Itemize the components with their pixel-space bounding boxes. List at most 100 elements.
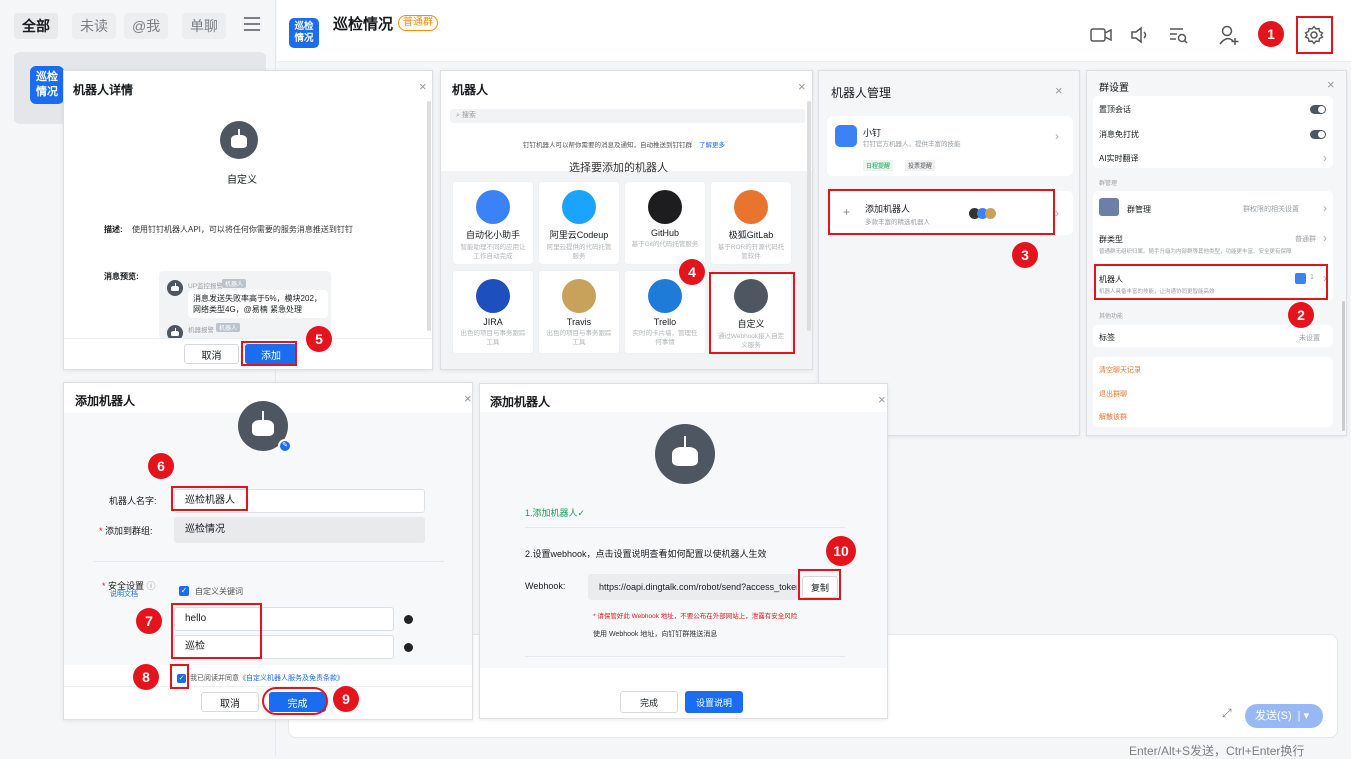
robot-tile[interactable]: JIRA 出色的项目与事务跟踪工具 [452,270,534,354]
add-robot-desc: 多款丰富的精选机器人 [865,219,930,226]
step-badge-10: 10 [826,536,856,566]
robot-detail-panel: 机器人详情 × 自定义 描述: 使用钉钉机器人API，可以将任何你需要的服务消息… [63,70,433,370]
scrollbar[interactable] [427,101,431,331]
voice-icon[interactable] [1130,25,1150,45]
robot-avatar-icon [220,121,258,159]
robot-tile-icon [648,190,682,224]
clear-history[interactable]: 清空聊天记录 [1099,365,1141,375]
add-robot-card[interactable] [827,191,1073,235]
edit-avatar-icon[interactable]: ✎ [278,439,292,453]
robot-tile[interactable]: Travis 出色的项目与事务跟踪工具 [538,270,620,354]
robot-tile[interactable]: 自动化小助手 智能助理不同的应用让工作自动完成 [452,181,534,265]
skill-chip-2[interactable]: 投票提醒 [905,160,936,171]
tag-label[interactable]: 标签 [1099,332,1115,343]
quit-group[interactable]: 退出群聊 [1099,389,1127,399]
webhook-url-input[interactable]: https://oapi.dingtalk.com/robot/send?acc… [588,574,798,600]
close-icon[interactable]: × [798,79,806,94]
chevron-right-icon[interactable]: › [1323,231,1327,245]
robot-tile-desc: 通过Webhook接入自定义服务 [717,333,785,349]
robot-name-input[interactable]: 巡检机器人 [174,489,425,513]
robot-tile[interactable]: 极狐GitLab 基于ROR的开源代码托管软件 [710,181,792,265]
choose-title: 选择要添加的机器人 [569,162,668,174]
type-label[interactable]: 群类型 [1099,234,1123,245]
close-icon[interactable]: × [1055,83,1063,98]
intro-link[interactable]: 了解更多 [699,139,725,149]
cancel-button[interactable]: 取消 [201,692,259,712]
help-icon[interactable]: ⓘ [144,581,156,591]
section-other: 其他功能 [1099,314,1124,320]
manage-right: 群权限的相关设置 [1243,206,1299,213]
close-icon[interactable]: × [1327,77,1335,92]
keyword-input-1[interactable]: hello [174,607,394,631]
tab-all[interactable]: 全部 [14,13,58,39]
group-avatar[interactable]: 巡检 情况 [289,18,319,48]
step-badge-9: 9 [333,686,359,712]
preview-robot-icon [167,280,183,296]
robot-tile[interactable]: 阿里云Codeup 阿里云提供的代码托管服务 [538,181,620,265]
dismiss-group[interactable]: 解散该群 [1099,412,1127,422]
tag-right: 未设置 [1299,335,1320,342]
robot-tile[interactable]: 自定义 通过Webhook接入自定义服务 [710,270,792,354]
expand-icon[interactable]: ⤢ [1222,706,1232,721]
manage-label[interactable]: 群管理 [1127,204,1151,215]
robot-tile-desc: 智能助理不同的应用让工作自动完成 [460,244,526,260]
add-button[interactable]: 添加 [245,344,297,364]
chevron-right-icon[interactable]: › [1055,206,1059,220]
done-button[interactable]: 完成 [620,691,678,713]
usage-text: 使用 Webhook 地址，向钉钉群推送消息 [593,631,718,638]
scrollbar[interactable] [1342,301,1345,431]
tab-unread[interactable]: 未读 [72,13,116,39]
chevron-right-icon[interactable]: › [1055,129,1059,143]
agree-text: 我已阅读并同意《自定义机器人服务及免责条款》 [190,673,344,683]
settings-icon[interactable] [1304,25,1324,45]
agree-checkbox[interactable]: ✓ [177,674,186,683]
add-robot-name: 添加机器人 [865,204,911,214]
robot-tile-desc: 出色的项目与事务跟踪工具 [460,330,526,346]
chevron-right-icon[interactable]: › [1323,151,1327,165]
doc-link[interactable]: 说明文档 [110,589,138,599]
type-right: 普通群 [1295,236,1316,243]
mute-toggle[interactable] [1310,130,1326,139]
pin-toggle[interactable] [1310,105,1326,114]
scrollbar[interactable] [807,101,811,331]
warning-text: * 请保管好此 Webhook 地址，不要公布在外部网站上，泄露有安全风险 [593,613,798,620]
help-button[interactable]: 设置说明 [685,691,743,713]
video-icon[interactable] [1090,26,1112,44]
keyword-input-2[interactable]: 巡检 [174,635,394,659]
chevron-down-icon[interactable]: | ▾ [1298,710,1309,722]
robot-tile-desc: 基于Git的代码托管服务 [631,241,699,248]
desc-text: 使用钉钉机器人API，可以将任何你需要的服务消息推送到钉钉 [132,225,353,234]
robot-tile-icon [476,279,510,313]
done-button[interactable]: 完成 [269,692,326,712]
remove-keyword-icon[interactable] [404,643,413,652]
add-robot-panel: 添加机器人 × ✎ 机器人名字: 巡检机器人 * 添加到群组: 巡检情况 * 安… [63,382,473,720]
search-input[interactable]: ⌕ 搜索 [450,109,805,123]
add-member-icon[interactable] [1218,24,1240,46]
translate-label[interactable]: AI实时翻译 [1099,153,1334,164]
robot-mini-avatar [1295,273,1306,284]
cancel-button[interactable]: 取消 [184,344,239,364]
close-icon[interactable]: × [419,79,427,94]
chevron-right-icon[interactable]: › [1323,271,1327,285]
close-icon[interactable]: × [878,392,886,407]
robot-tile[interactable]: GitHub 基于Git的代码托管服务 [624,181,706,265]
tab-mentions[interactable]: @我 [124,13,169,39]
tab-direct[interactable]: 单聊 [182,13,226,39]
keyword-checkbox[interactable]: ✓ [179,586,189,596]
robot-label[interactable]: 机器人 [1099,274,1123,285]
step-badge-2: 2 [1288,302,1314,328]
send-button[interactable]: 发送(S) | ▾ [1245,704,1323,728]
remove-keyword-icon[interactable] [404,615,413,624]
chevron-right-icon[interactable]: › [1323,201,1327,215]
copy-button[interactable]: 复制 [802,576,838,598]
settings-card-tag [1093,325,1333,347]
skill-chip-1[interactable]: 日程提醒 [863,160,894,171]
chat-title[interactable]: 巡检情况 [333,13,393,34]
search-chat-icon[interactable] [1168,25,1188,45]
panel-title: 机器人详情 [73,83,134,97]
step-badge-1: 1 [1258,21,1284,47]
menu-icon[interactable] [244,17,260,31]
close-icon[interactable]: × [464,391,472,406]
step-divider [525,527,845,528]
agree-link[interactable]: 《自定义机器人服务及免责条款》 [239,675,344,682]
